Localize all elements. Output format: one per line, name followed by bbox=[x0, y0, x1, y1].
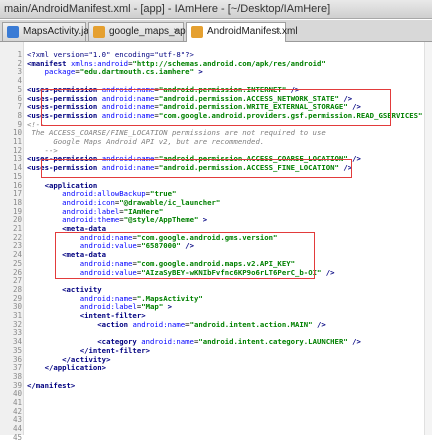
code-token: </application> bbox=[27, 363, 107, 373]
code-token: /> bbox=[312, 319, 326, 329]
code-token: "IAmHere" bbox=[123, 206, 164, 216]
code-token: /> bbox=[347, 337, 361, 347]
code-token: > bbox=[193, 67, 203, 77]
code-token: </activity> bbox=[27, 354, 111, 364]
line-number: 34 bbox=[12, 337, 22, 347]
tab-android-manifest-xml[interactable]: AndroidManifest.xml × bbox=[186, 22, 298, 42]
code-token: </manifest> bbox=[27, 380, 76, 390]
code-token: "true" bbox=[150, 189, 177, 199]
code-token: <activity bbox=[27, 284, 102, 294]
code-token: "http://schemas.android.com/apk/res/andr… bbox=[132, 58, 326, 68]
line-number: 41 bbox=[12, 398, 22, 407]
line-number: 7 bbox=[17, 102, 22, 112]
code-token: "android.intent.action.MAIN" bbox=[189, 319, 313, 329]
line-number: 5 bbox=[17, 84, 22, 94]
highlight-box-permissions bbox=[41, 89, 391, 126]
code-token: "@drawable/ic_launcher" bbox=[119, 197, 221, 207]
code-line: </application> bbox=[27, 363, 107, 373]
line-number: 28 bbox=[12, 284, 22, 294]
code-token: android:name bbox=[79, 293, 133, 303]
code-token: The ACCESS_COARSE/FINE_LOCATION permissi… bbox=[27, 128, 326, 138]
code-token: "@style/AppTheme" bbox=[123, 215, 199, 225]
code-token: android:allowBackup bbox=[62, 189, 146, 199]
line-number: 31 bbox=[12, 311, 22, 320]
code-token: </intent-filter> bbox=[27, 345, 151, 355]
code-token: ".MapsActivity" bbox=[136, 293, 203, 303]
line-number: 4 bbox=[17, 76, 22, 86]
line-number: 15 bbox=[12, 171, 22, 181]
code-line: package="edu.dartmouth.cs.iamhere" > bbox=[27, 68, 203, 76]
code-token: "android.intent.category.LAUNCHER" bbox=[198, 337, 348, 347]
code-token: > bbox=[198, 215, 208, 225]
code-token: <intent-filter> bbox=[27, 311, 146, 320]
line-number: 27 bbox=[12, 276, 22, 286]
code-token: > bbox=[163, 302, 173, 312]
line-number: 1 bbox=[17, 50, 22, 59]
close-icon[interactable]: × bbox=[275, 23, 281, 41]
line-number: 21 bbox=[12, 224, 22, 233]
line-number: 17 bbox=[12, 189, 22, 199]
line-number: 8 bbox=[17, 110, 22, 120]
code-token: --> bbox=[27, 145, 58, 155]
tab-label: AndroidManifest.xml bbox=[207, 26, 298, 37]
code-token: android:label bbox=[62, 206, 120, 216]
line-number: 18 bbox=[12, 197, 22, 207]
code-line: <action android:name="android.intent.act… bbox=[27, 319, 326, 329]
code-token: <category bbox=[27, 337, 142, 347]
code-token: android:label bbox=[79, 302, 137, 312]
code-token: xmlns:android bbox=[70, 58, 129, 68]
editor-scrollbar[interactable] bbox=[424, 42, 432, 435]
line-number: 44 bbox=[12, 424, 22, 434]
tab-maps-activity-java[interactable]: MapsActivity.java bbox=[2, 22, 100, 41]
code-token: /> bbox=[321, 267, 335, 277]
code-line: </manifest> bbox=[27, 380, 76, 390]
window-title-bar: main/AndroidManifest.xml - [app] - IAmHe… bbox=[0, 0, 432, 19]
editor-tab-bar: MapsActivity.java google_maps_api.xml × … bbox=[0, 20, 432, 42]
code-token: <?xml version="1.0" encoding="utf-8"?> bbox=[27, 50, 194, 59]
line-number: 24 bbox=[12, 250, 22, 260]
code-token: <application bbox=[27, 180, 98, 190]
code-token: <manifest bbox=[27, 58, 71, 68]
code-token: <action bbox=[27, 319, 133, 329]
code-token: "Map" bbox=[141, 302, 164, 312]
code-token: "edu.dartmouth.cs.iamhere" bbox=[79, 67, 194, 77]
line-number: 38 bbox=[12, 371, 22, 381]
xml-file-icon bbox=[93, 26, 105, 38]
line-number: 37 bbox=[12, 363, 22, 373]
code-token: android:name bbox=[141, 337, 194, 347]
code-token: Google Maps Android API v2, but are reco… bbox=[27, 137, 265, 146]
window-title: main/AndroidManifest.xml - [app] - IAmHe… bbox=[4, 3, 331, 15]
line-number-gutter: 1 2 3 4 5 6 7 8 9 10 11 12 13 14 15 16 17 18 19 20 21 22 23 24 2… bbox=[0, 42, 24, 441]
line-number: 14 bbox=[12, 163, 22, 173]
line-number: 11 bbox=[12, 137, 22, 146]
xml-file-icon bbox=[191, 26, 203, 38]
code-line: Google Maps Android API v2, but are reco… bbox=[27, 138, 264, 146]
highlight-box-meta-data bbox=[55, 232, 315, 279]
close-icon[interactable]: × bbox=[173, 23, 179, 41]
code-token: package bbox=[44, 67, 76, 77]
line-number: 35 bbox=[12, 345, 22, 355]
code-token: android:icon bbox=[62, 197, 115, 207]
code-token: android:name bbox=[132, 319, 186, 329]
highlight-box-location-permissions bbox=[41, 159, 352, 178]
java-class-icon bbox=[7, 26, 19, 38]
line-number: 25 bbox=[12, 258, 22, 268]
code-token: android:theme bbox=[62, 215, 120, 225]
code-editor[interactable]: 1 2 3 4 5 6 7 8 9 10 11 12 13 14 15 16 17 18 19 20 21 22 23 24 2… bbox=[0, 42, 432, 441]
tab-google-maps-api-xml[interactable]: google_maps_api.xml × bbox=[88, 22, 206, 41]
